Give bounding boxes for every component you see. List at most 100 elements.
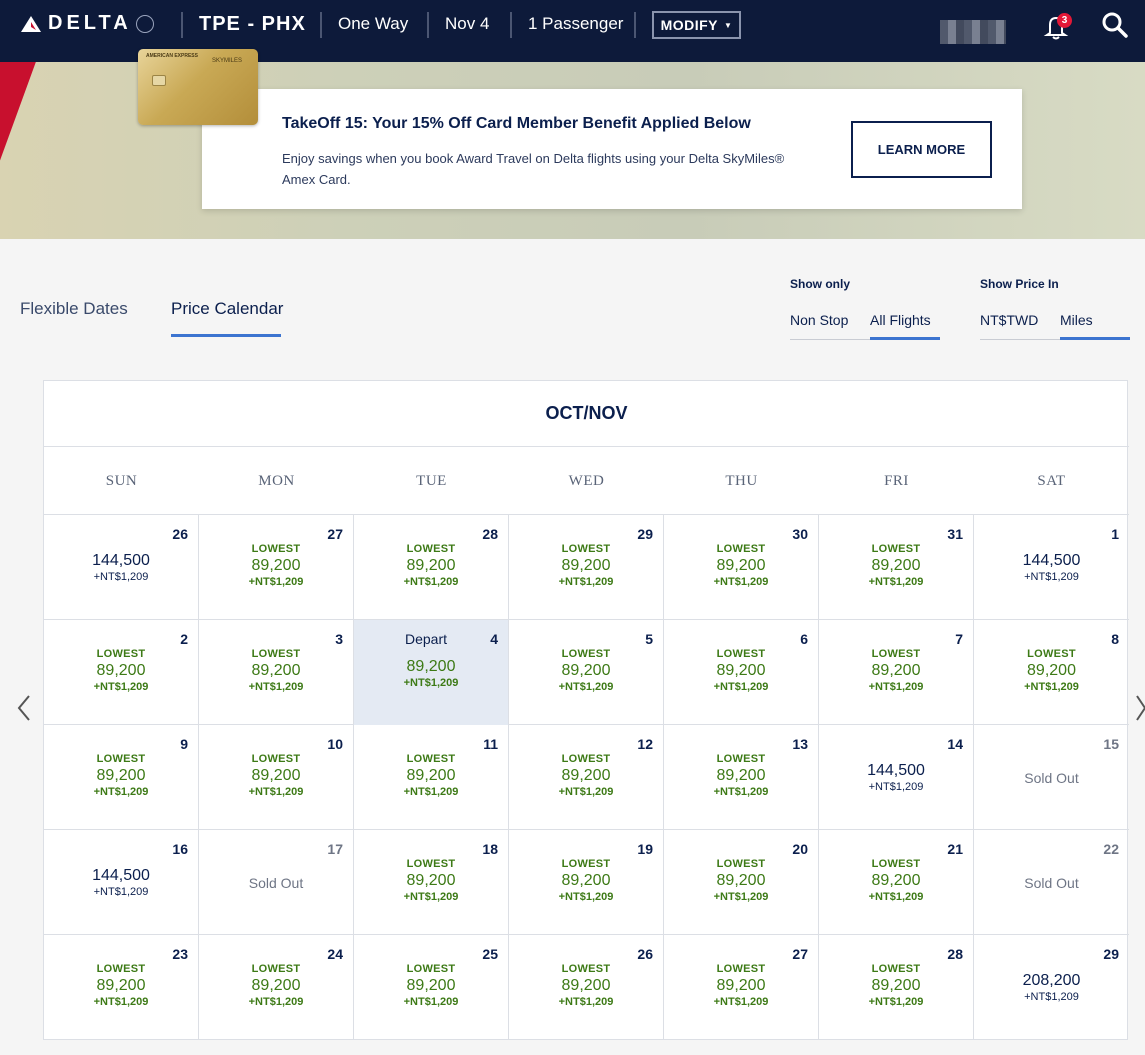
- day-number: 1: [1111, 526, 1119, 542]
- calendar-day[interactable]: 25 LOWEST 89,200 +NT$1,209: [354, 935, 509, 1040]
- lowest-badge: LOWEST: [561, 753, 611, 765]
- route-label[interactable]: TPE - PHX: [199, 13, 306, 36]
- calendar-day[interactable]: 1 144,500 +NT$1,209: [974, 515, 1129, 620]
- calendar-day[interactable]: 31 LOWEST 89,200 +NT$1,209: [819, 515, 974, 620]
- calendar-day[interactable]: 30 LOWEST 89,200 +NT$1,209: [664, 515, 819, 620]
- tax-amount: +NT$1,209: [868, 781, 924, 793]
- chevron-right-icon[interactable]: [1136, 694, 1145, 729]
- day-number: 20: [792, 841, 808, 857]
- calendar-day[interactable]: 16 144,500 +NT$1,209: [44, 830, 199, 935]
- tax-amount: +NT$1,209: [403, 891, 459, 903]
- calendar-day[interactable]: 27 LOWEST 89,200 +NT$1,209: [664, 935, 819, 1040]
- sold-out-label: Sold Out: [1024, 875, 1079, 891]
- day-number: 26: [172, 526, 188, 542]
- user-name-blurred[interactable]: [940, 20, 1006, 44]
- calendar-day[interactable]: 13 LOWEST 89,200 +NT$1,209: [664, 725, 819, 830]
- calendar-day[interactable]: 29 LOWEST 89,200 +NT$1,209: [509, 515, 664, 620]
- calendar-day[interactable]: 6 LOWEST 89,200 +NT$1,209: [664, 620, 819, 725]
- tab-price-calendar[interactable]: Price Calendar: [171, 299, 283, 319]
- miles-price: 144,500: [867, 762, 925, 779]
- calendar-day[interactable]: 21 LOWEST 89,200 +NT$1,209: [819, 830, 974, 935]
- lowest-badge: LOWEST: [251, 963, 301, 975]
- tax-amount: +NT$1,209: [713, 681, 769, 693]
- calendar-day[interactable]: 26 LOWEST 89,200 +NT$1,209: [509, 935, 664, 1040]
- calendar-day[interactable]: 26 144,500 +NT$1,209: [44, 515, 199, 620]
- price-block: LOWEST 89,200 +NT$1,209: [44, 648, 198, 693]
- price-block: LOWEST 89,200 +NT$1,209: [509, 858, 663, 903]
- depart-label: Depart: [404, 631, 448, 647]
- date-label[interactable]: Nov 4: [445, 14, 489, 34]
- price-in-twd[interactable]: NT$TWD: [980, 312, 1038, 328]
- tax-amount: +NT$1,209: [248, 681, 304, 693]
- miles-price: 89,200: [561, 977, 611, 994]
- price-block: LOWEST 89,200 +NT$1,209: [354, 858, 508, 903]
- calendar-day[interactable]: 14 144,500 +NT$1,209: [819, 725, 974, 830]
- lowest-badge: LOWEST: [406, 963, 456, 975]
- lowest-badge: LOWEST: [716, 543, 766, 555]
- calendar-day[interactable]: 10 LOWEST 89,200 +NT$1,209: [199, 725, 354, 830]
- divider: [181, 12, 183, 38]
- logo-text: DELTA: [48, 12, 132, 34]
- calendar-day: 22 Sold Out: [974, 830, 1129, 935]
- calendar-day[interactable]: 29 208,200 +NT$1,209: [974, 935, 1129, 1040]
- price-block: 144,500 +NT$1,209: [44, 550, 198, 583]
- calendar-day[interactable]: 27 LOWEST 89,200 +NT$1,209: [199, 515, 354, 620]
- tax-amount: +NT$1,209: [403, 996, 459, 1008]
- calendar-day[interactable]: 24 LOWEST 89,200 +NT$1,209: [199, 935, 354, 1040]
- miles-price: 89,200: [251, 767, 301, 784]
- calendar-day[interactable]: 12 LOWEST 89,200 +NT$1,209: [509, 725, 664, 830]
- price-block: LOWEST 89,200 +NT$1,209: [819, 963, 973, 1008]
- price-block: LOWEST 89,200 +NT$1,209: [199, 753, 353, 798]
- calendar-day[interactable]: 2 LOWEST 89,200 +NT$1,209: [44, 620, 199, 725]
- calendar-day[interactable]: 28 LOWEST 89,200 +NT$1,209: [819, 935, 974, 1040]
- price-in-miles[interactable]: Miles: [1060, 312, 1093, 328]
- calendar-day[interactable]: 8 LOWEST 89,200 +NT$1,209: [974, 620, 1129, 725]
- divider: [427, 12, 429, 38]
- calendar-day[interactable]: 20 LOWEST 89,200 +NT$1,209: [664, 830, 819, 935]
- tax-amount: +NT$1,209: [403, 786, 459, 798]
- calendar-day[interactable]: 5 LOWEST 89,200 +NT$1,209: [509, 620, 664, 725]
- price-block: LOWEST 89,200 +NT$1,209: [664, 858, 818, 903]
- calendar-grid: 26 144,500 +NT$1,209 27 LOWEST 89,200 +NT$1,20…: [44, 515, 1129, 1040]
- lowest-badge: LOWEST: [251, 543, 301, 555]
- tax-amount: +NT$1,209: [558, 681, 614, 693]
- calendar-day[interactable]: 7 LOWEST 89,200 +NT$1,209: [819, 620, 974, 725]
- miles-price: 89,200: [1027, 662, 1076, 679]
- calendar-day[interactable]: 28 LOWEST 89,200 +NT$1,209: [354, 515, 509, 620]
- calendar-day[interactable]: 19 LOWEST 89,200 +NT$1,209: [509, 830, 664, 935]
- price-block: 144,500 +NT$1,209: [44, 865, 198, 898]
- tax-amount: +NT$1,209: [93, 681, 149, 693]
- filter-non-stop[interactable]: Non Stop: [790, 312, 848, 328]
- miles-price: 89,200: [716, 767, 766, 784]
- divider: [320, 12, 322, 38]
- filter-all-flights[interactable]: All Flights: [870, 312, 931, 328]
- active-tab-indicator: [171, 334, 281, 337]
- chevron-left-icon[interactable]: [16, 694, 32, 729]
- lowest-badge: LOWEST: [716, 753, 766, 765]
- calendar-day[interactable]: 23 LOWEST 89,200 +NT$1,209: [44, 935, 199, 1040]
- day-number: 28: [482, 526, 498, 542]
- modify-button[interactable]: MODIFY ▼: [652, 11, 741, 39]
- divider: [510, 12, 512, 38]
- passengers-label[interactable]: 1 Passenger: [528, 14, 623, 34]
- calendar-week-row: 26 144,500 +NT$1,209 27 LOWEST 89,200 +NT$1,20…: [44, 515, 1129, 620]
- learn-more-button[interactable]: LEARN MORE: [851, 121, 992, 178]
- delta-logo[interactable]: DELTA: [20, 12, 154, 35]
- calendar-day: 17 Sold Out: [199, 830, 354, 935]
- trip-type-label[interactable]: One Way: [338, 14, 408, 34]
- tab-flexible-dates[interactable]: Flexible Dates: [20, 299, 128, 319]
- calendar-day[interactable]: 18 LOWEST 89,200 +NT$1,209: [354, 830, 509, 935]
- calendar-day[interactable]: 3 LOWEST 89,200 +NT$1,209: [199, 620, 354, 725]
- calendar-day-selected[interactable]: 4 Depart 89,200 +NT$1,209: [354, 620, 509, 725]
- card-brand: AMERICAN EXPRESS: [146, 53, 198, 59]
- weekday-label: SUN: [105, 473, 138, 489]
- price-block: LOWEST 89,200 +NT$1,209: [664, 963, 818, 1008]
- tax-amount: +NT$1,209: [713, 786, 769, 798]
- sold-out-label: Sold Out: [248, 875, 304, 891]
- calendar-day[interactable]: 9 LOWEST 89,200 +NT$1,209: [44, 725, 199, 830]
- search-icon[interactable]: [1101, 11, 1129, 39]
- calendar-day[interactable]: 11 LOWEST 89,200 +NT$1,209: [354, 725, 509, 830]
- miles-price: 89,200: [716, 557, 766, 574]
- day-number: 7: [955, 631, 963, 647]
- day-number: 19: [637, 841, 653, 857]
